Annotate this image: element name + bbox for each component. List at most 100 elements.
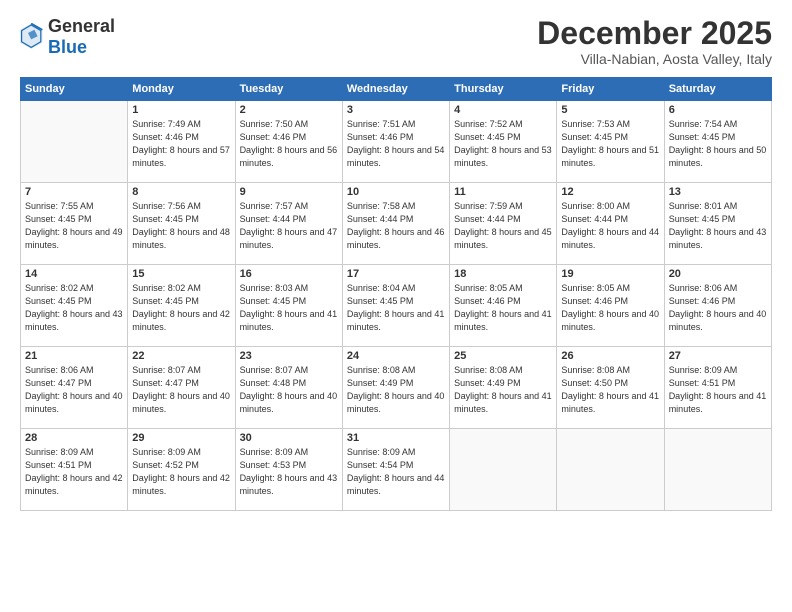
day-number: 2: [240, 104, 338, 116]
logo-general: General: [48, 16, 115, 37]
day-number: 1: [132, 104, 230, 116]
calendar-cell: 16 Sunrise: 8:03 AM Sunset: 4:45 PM Dayli…: [235, 265, 342, 347]
page: General Blue December 2025 Villa-Nabian,…: [0, 0, 792, 612]
calendar-cell: 22Sunrise: 8:07 AM Sunset: 4:47 PM Dayli…: [128, 347, 235, 429]
calendar-cell: 1Sunrise: 7:49 AM Sunset: 4:46 PM Daylig…: [128, 101, 235, 183]
calendar-cell: 25 Sunrise: 8:08 AM Sunset: 4:49 PM Dayli…: [450, 347, 557, 429]
day-number: 7: [25, 186, 123, 198]
day-number: 29: [132, 432, 230, 444]
calendar-week-5: 28 Sunrise: 8:09 AM Sunset: 4:51 PM Dayli…: [21, 429, 772, 511]
day-info: Sunrise: 7:51 AM Sunset: 4:46 PM Dayligh…: [347, 118, 445, 170]
day-info: Sunrise: 8:08 AM Sunset: 4:49 PM Dayligh…: [454, 364, 552, 416]
day-info: Sunrise: 8:09 AM Sunset: 4:53 PM Dayligh…: [240, 446, 338, 498]
day-number: 19: [561, 268, 659, 280]
calendar-cell: 20 Sunrise: 8:06 AM Sunset: 4:46 PM Dayli…: [664, 265, 771, 347]
day-number: 21: [25, 350, 123, 362]
month-title: December 2025: [537, 16, 772, 51]
day-info: Sunrise: 8:03 AM Sunset: 4:45 PM Dayligh…: [240, 282, 338, 334]
day-info: Sunrise: 7:50 AM Sunset: 4:46 PM Dayligh…: [240, 118, 338, 170]
day-info: Sunrise: 8:05 AM Sunset: 4:46 PM Dayligh…: [561, 282, 659, 334]
day-info: Sunrise: 8:06 AM Sunset: 4:46 PM Dayligh…: [669, 282, 767, 334]
header-monday: Monday: [128, 78, 235, 101]
day-info: Sunrise: 7:58 AM Sunset: 4:44 PM Dayligh…: [347, 200, 445, 252]
header-saturday: Saturday: [664, 78, 771, 101]
calendar-cell: 7 Sunrise: 7:55 AM Sunset: 4:45 PM Daylig…: [21, 183, 128, 265]
day-number: 24: [347, 350, 445, 362]
header-row: Sunday Monday Tuesday Wednesday Thursday…: [21, 78, 772, 101]
day-info: Sunrise: 8:08 AM Sunset: 4:50 PM Dayligh…: [561, 364, 659, 416]
calendar-cell: 4Sunrise: 7:52 AM Sunset: 4:45 PM Daylig…: [450, 101, 557, 183]
day-number: 6: [669, 104, 767, 116]
header-thursday: Thursday: [450, 78, 557, 101]
day-info: Sunrise: 8:09 AM Sunset: 4:54 PM Dayligh…: [347, 446, 445, 498]
calendar-cell: 17 Sunrise: 8:04 AM Sunset: 4:45 PM Dayli…: [342, 265, 449, 347]
calendar-cell: 18Sunrise: 8:05 AM Sunset: 4:46 PM Dayli…: [450, 265, 557, 347]
day-number: 30: [240, 432, 338, 444]
logo-icon: [20, 23, 44, 51]
calendar-cell: [21, 101, 128, 183]
header: General Blue December 2025 Villa-Nabian,…: [20, 16, 772, 67]
day-number: 16: [240, 268, 338, 280]
day-info: Sunrise: 8:08 AM Sunset: 4:49 PM Dayligh…: [347, 364, 445, 416]
calendar-week-3: 14 Sunrise: 8:02 AM Sunset: 4:45 PM Dayli…: [21, 265, 772, 347]
calendar-header: Sunday Monday Tuesday Wednesday Thursday…: [21, 78, 772, 101]
day-number: 5: [561, 104, 659, 116]
logo-blue: Blue: [48, 37, 87, 57]
header-tuesday: Tuesday: [235, 78, 342, 101]
calendar-cell: 14Sunrise: 8:02 AM Sunset: 4:45 PM Dayli…: [21, 265, 128, 347]
day-info: Sunrise: 7:56 AM Sunset: 4:45 PM Dayligh…: [132, 200, 230, 252]
day-info: Sunrise: 7:59 AM Sunset: 4:44 PM Dayligh…: [454, 200, 552, 252]
calendar-cell: 11 Sunrise: 7:59 AM Sunset: 4:44 PM Dayli…: [450, 183, 557, 265]
header-wednesday: Wednesday: [342, 78, 449, 101]
day-number: 3: [347, 104, 445, 116]
day-info: Sunrise: 8:09 AM Sunset: 4:51 PM Dayligh…: [25, 446, 123, 498]
day-info: Sunrise: 8:07 AM Sunset: 4:47 PM Dayligh…: [132, 364, 230, 416]
day-info: Sunrise: 8:00 AM Sunset: 4:44 PM Dayligh…: [561, 200, 659, 252]
calendar-cell: 3 Sunrise: 7:51 AM Sunset: 4:46 PM Daylig…: [342, 101, 449, 183]
calendar-cell: 2 Sunrise: 7:50 AM Sunset: 4:46 PM Daylig…: [235, 101, 342, 183]
calendar-cell: 29Sunrise: 8:09 AM Sunset: 4:52 PM Dayli…: [128, 429, 235, 511]
day-number: 31: [347, 432, 445, 444]
day-number: 12: [561, 186, 659, 198]
header-sunday: Sunday: [21, 78, 128, 101]
calendar-week-1: 1Sunrise: 7:49 AM Sunset: 4:46 PM Daylig…: [21, 101, 772, 183]
day-number: 17: [347, 268, 445, 280]
day-info: Sunrise: 8:04 AM Sunset: 4:45 PM Dayligh…: [347, 282, 445, 334]
calendar-cell: 9Sunrise: 7:57 AM Sunset: 4:44 PM Daylig…: [235, 183, 342, 265]
day-info: Sunrise: 7:54 AM Sunset: 4:45 PM Dayligh…: [669, 118, 767, 170]
day-number: 11: [454, 186, 552, 198]
calendar-cell: 5 Sunrise: 7:53 AM Sunset: 4:45 PM Daylig…: [557, 101, 664, 183]
day-info: Sunrise: 7:52 AM Sunset: 4:45 PM Dayligh…: [454, 118, 552, 170]
calendar-cell: 15 Sunrise: 8:02 AM Sunset: 4:45 PM Dayli…: [128, 265, 235, 347]
day-info: Sunrise: 7:55 AM Sunset: 4:45 PM Dayligh…: [25, 200, 123, 252]
calendar-cell: [450, 429, 557, 511]
day-number: 8: [132, 186, 230, 198]
calendar-week-4: 21 Sunrise: 8:06 AM Sunset: 4:47 PM Dayli…: [21, 347, 772, 429]
day-number: 20: [669, 268, 767, 280]
day-number: 28: [25, 432, 123, 444]
calendar-cell: 30 Sunrise: 8:09 AM Sunset: 4:53 PM Dayli…: [235, 429, 342, 511]
calendar-cell: 21 Sunrise: 8:06 AM Sunset: 4:47 PM Dayli…: [21, 347, 128, 429]
title-block: December 2025 Villa-Nabian, Aosta Valley…: [537, 16, 772, 67]
calendar-cell: 23 Sunrise: 8:07 AM Sunset: 4:48 PM Dayli…: [235, 347, 342, 429]
day-info: Sunrise: 8:06 AM Sunset: 4:47 PM Dayligh…: [25, 364, 123, 416]
day-number: 14: [25, 268, 123, 280]
day-number: 9: [240, 186, 338, 198]
day-info: Sunrise: 8:07 AM Sunset: 4:48 PM Dayligh…: [240, 364, 338, 416]
calendar-body: 1Sunrise: 7:49 AM Sunset: 4:46 PM Daylig…: [21, 101, 772, 511]
calendar-cell: 6 Sunrise: 7:54 AM Sunset: 4:45 PM Daylig…: [664, 101, 771, 183]
day-info: Sunrise: 8:02 AM Sunset: 4:45 PM Dayligh…: [132, 282, 230, 334]
day-number: 26: [561, 350, 659, 362]
calendar-cell: 27 Sunrise: 8:09 AM Sunset: 4:51 PM Dayli…: [664, 347, 771, 429]
calendar-cell: 31 Sunrise: 8:09 AM Sunset: 4:54 PM Dayli…: [342, 429, 449, 511]
calendar-cell: 10Sunrise: 7:58 AM Sunset: 4:44 PM Dayli…: [342, 183, 449, 265]
calendar-cell: 12 Sunrise: 8:00 AM Sunset: 4:44 PM Dayli…: [557, 183, 664, 265]
day-number: 15: [132, 268, 230, 280]
day-number: 23: [240, 350, 338, 362]
calendar-cell: [557, 429, 664, 511]
day-info: Sunrise: 7:53 AM Sunset: 4:45 PM Dayligh…: [561, 118, 659, 170]
calendar-table: Sunday Monday Tuesday Wednesday Thursday…: [20, 77, 772, 511]
day-number: 25: [454, 350, 552, 362]
day-number: 27: [669, 350, 767, 362]
day-info: Sunrise: 8:09 AM Sunset: 4:51 PM Dayligh…: [669, 364, 767, 416]
